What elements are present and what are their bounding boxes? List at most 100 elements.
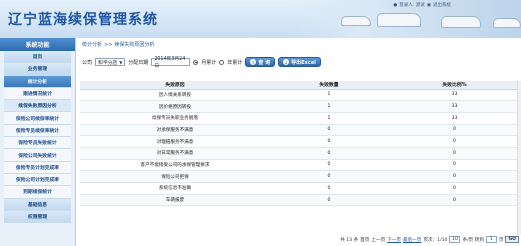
pager-first[interactable]: 首页 <box>360 237 369 243</box>
cell-count: 0 <box>270 147 388 160</box>
table-row: 系统信息不准确 0 0 <box>80 182 521 195</box>
cell-count: 0 <box>270 194 388 207</box>
sidebar-item-agent-failure[interactable]: 保险专员失败统计 <box>4 137 71 150</box>
cell-count: 1 <box>270 89 388 102</box>
sidebar-item-company-plan-rate[interactable]: 保险公司计划完成率 <box>4 173 71 187</box>
car-illustration <box>493 18 521 28</box>
sidebar-item-agent-renewal-rate[interactable]: 保险专员续保率统计 <box>4 124 71 138</box>
cell-ratio: 0 <box>388 124 521 137</box>
cell-reason: 系统信息不准确 <box>80 182 270 195</box>
breadcrumb-separator: >> <box>104 41 113 48</box>
sidebar-item-followup-stats[interactable]: 跟进情况统计 <box>4 87 71 101</box>
sidebar-item-permissions[interactable]: 权限管理 <box>4 210 71 224</box>
header-links: ● 登录人: 测试 ▣ 退出系统 <box>393 2 451 9</box>
company-label: 公司 <box>82 59 93 66</box>
cell-ratio: 33 <box>388 112 521 125</box>
sidebar-item-failure-analysis[interactable]: 续保失败原因分析 <box>4 100 71 113</box>
table-row: 因人情关系转投 1 33 <box>80 89 521 102</box>
column-header-reason: 失败原因 <box>80 81 270 90</box>
pager-last[interactable]: 最后一页 <box>403 237 421 243</box>
cell-reason: 因价格原因转投 <box>80 100 270 113</box>
cell-count: 0 <box>270 135 388 148</box>
search-icon: ⚲ <box>250 59 257 65</box>
table-row: 车辆报废 0 0 <box>80 194 521 207</box>
cell-count: 0 <box>270 182 388 195</box>
pager-prev[interactable]: 上一页 <box>371 237 385 243</box>
company-select[interactable]: 和平分店 ▼ <box>95 58 126 66</box>
cell-reason: 对理赔服务不满意 <box>80 135 270 148</box>
cell-ratio: 0 <box>388 170 521 183</box>
search-button[interactable]: ⚲ 查 询 <box>245 57 276 67</box>
sidebar-title: 系统功能 <box>0 38 75 51</box>
chevron-down-icon: ▼ <box>119 59 123 65</box>
pager-next[interactable]: 下一页 <box>387 237 401 243</box>
logout-link[interactable]: 退出系统 <box>433 2 451 8</box>
search-button-label: 查 询 <box>258 59 271 66</box>
cell-ratio: 0 <box>388 159 521 172</box>
cell-reason: 车辆报废 <box>80 194 270 207</box>
sidebar-item-statistics[interactable]: 统计分析 <box>4 75 71 88</box>
column-header-count: 失败数量 <box>270 81 388 90</box>
cell-count: 1 <box>270 100 388 113</box>
export-button[interactable]: ↓ 导出Excel <box>278 57 321 67</box>
per-page-label: 条/页 转到 <box>462 237 484 243</box>
failure-reason-table: 失败原因 失败数量 失败比例% 因人情关系转投 1 33 因价格原因转投 1 33 续保… <box>80 81 521 207</box>
sidebar-item-business[interactable]: 业务管理 <box>4 63 71 76</box>
breadcrumb-current: 续保失败原因分析 <box>114 42 155 48</box>
company-select-value: 和平分店 <box>98 60 118 66</box>
app-title: 辽宁蓝海续保管理系统 <box>8 12 158 28</box>
table-header-row: 失败原因 失败数量 失败比例% <box>80 81 521 90</box>
cell-count: 0 <box>270 170 388 183</box>
table-row: 保险公司拒保 0 0 <box>80 170 521 183</box>
user-icon: ● <box>393 2 398 8</box>
table-row: 因价格原因转投 1 33 <box>80 100 521 113</box>
cell-ratio: 0 <box>388 135 521 148</box>
radio-month-label: 月累计 <box>201 59 217 66</box>
cell-count: 0 <box>270 159 388 172</box>
table-row: 对日常服务不满意 0 0 <box>80 147 521 160</box>
table-scrollbar[interactable] <box>517 81 521 235</box>
cell-count: 1 <box>270 112 388 125</box>
export-button-label: 导出Excel <box>291 59 316 66</box>
go-button[interactable]: GO <box>505 236 519 243</box>
pagination: 共 13 条 首页 上一页 下一页 最后一页 页次：1/10 10 条/页 转到… <box>80 235 521 244</box>
goto-page-input[interactable]: 1 <box>485 236 497 243</box>
cell-ratio: 0 <box>388 147 521 160</box>
sidebar-item-company-renewal-rate[interactable]: 保险公司续保率统计 <box>4 112 71 125</box>
cell-ratio: 33 <box>388 100 521 113</box>
sidebar-item-home[interactable]: 首页 <box>4 51 71 64</box>
goto-suffix: 页 <box>498 237 504 243</box>
per-page-input[interactable]: 10 <box>449 236 461 243</box>
welcome-text: 登录人: 测试 <box>399 3 425 8</box>
table-row: 对理赔服务不满意 0 0 <box>80 135 521 148</box>
sidebar-item-agent-plan-rate[interactable]: 保险专员计划完成率 <box>4 161 71 174</box>
logout-icon: ▣ <box>426 2 431 8</box>
pager-total: 共 13 条 <box>340 237 359 243</box>
cell-reason: 因人情关系转投 <box>80 89 270 102</box>
cell-count: 0 <box>270 124 388 137</box>
cell-reason: 保险公司拒保 <box>80 170 270 183</box>
cell-reason: 对承保服务不满意 <box>80 124 270 137</box>
column-header-ratio: 失败比例% <box>388 81 521 90</box>
export-icon: ↓ <box>283 59 290 65</box>
radio-month[interactable] <box>193 59 199 65</box>
table-row: 对承保服务不满意 0 0 <box>80 124 521 137</box>
breadcrumb-parent[interactable]: 统计分析 <box>82 41 102 48</box>
date-input[interactable]: 2014年3月24日 <box>151 57 191 69</box>
date-label: 分配日期 <box>128 59 149 66</box>
breadcrumb: 统计分析 >> 续保失败原因分析 <box>80 40 521 49</box>
cell-reason: 客户不能接受公司的承保管理要求 <box>80 159 270 172</box>
radio-year[interactable] <box>219 59 225 65</box>
sidebar-item-expiry-stats[interactable]: 到期续保统计 <box>4 186 71 199</box>
pager-page-info: 页次：1/10 <box>423 237 448 243</box>
car-illustration <box>441 16 481 28</box>
table-row: 客户不能接受公司的承保管理要求 0 0 <box>80 159 521 172</box>
cell-reason: 对日常服务不满意 <box>80 147 270 160</box>
sidebar-item-basic-info[interactable]: 基础信息 <box>4 198 71 211</box>
sidebar-item-company-failure[interactable]: 保险公司失败统计 <box>4 149 71 162</box>
filter-bar: 公司 和平分店 ▼ 分配日期 2014年3月24日 月累计 年累计 ⚲ 查 询 … <box>80 55 521 69</box>
table-row: 续保专员失职业务脱落 1 33 <box>80 112 521 125</box>
sidebar: 系统功能 首页 业务管理 统计分析 跟进情况统计 续保失败原因分析 保险公司续保… <box>0 38 76 246</box>
cell-ratio: 0 <box>388 182 521 195</box>
app-header: 辽宁蓝海续保管理系统 ● 登录人: 测试 ▣ 退出系统 <box>0 0 521 38</box>
